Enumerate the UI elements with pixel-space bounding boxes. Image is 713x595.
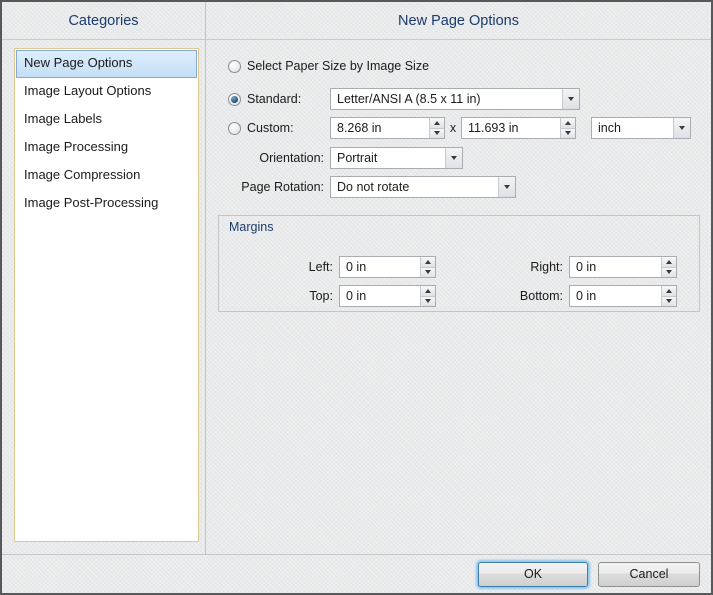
margins-group-title: Margins xyxy=(227,220,691,238)
triangle-up-icon xyxy=(565,121,571,125)
radio-standard[interactable] xyxy=(228,93,241,106)
margin-bottom-input[interactable]: 0 in xyxy=(569,285,677,307)
spin-up-button[interactable] xyxy=(561,118,575,129)
custom-height-value: 11.693 in xyxy=(462,118,560,138)
triangle-down-icon xyxy=(565,131,571,135)
radio-select-by-image-size[interactable] xyxy=(228,60,241,73)
radio-select-by-image-size-label[interactable]: Select Paper Size by Image Size xyxy=(247,59,429,73)
margins-row-1: Left: 0 in Right: 0 in xyxy=(227,256,691,278)
dialog-footer: OK Cancel xyxy=(2,554,711,593)
chevron-down-icon xyxy=(445,148,462,168)
custom-width-value: 8.268 in xyxy=(331,118,429,138)
triangle-up-icon xyxy=(425,289,431,293)
margin-left-input[interactable]: 0 in xyxy=(339,256,436,278)
spin-down-button[interactable] xyxy=(430,129,444,139)
spin-up-button[interactable] xyxy=(421,286,435,297)
custom-height-input[interactable]: 11.693 in xyxy=(461,117,576,139)
margin-top-label: Top: xyxy=(227,289,339,303)
margin-top-input[interactable]: 0 in xyxy=(339,285,436,307)
categories-header: Categories xyxy=(2,2,206,40)
page-rotation-row: Page Rotation: Do not rotate xyxy=(206,176,711,198)
sidebar-item-image-layout-options[interactable]: Image Layout Options xyxy=(16,78,197,106)
sidebar-item-new-page-options[interactable]: New Page Options xyxy=(16,50,197,78)
chevron-down-icon xyxy=(562,89,579,109)
margin-right-value: 0 in xyxy=(570,257,661,277)
spin-up-button[interactable] xyxy=(421,257,435,268)
spin-down-button[interactable] xyxy=(662,297,676,307)
spin-up-button[interactable] xyxy=(430,118,444,129)
radio-custom-label[interactable]: Custom: xyxy=(247,121,294,135)
options-panel: Select Paper Size by Image Size Standard… xyxy=(206,40,711,554)
triangle-down-icon xyxy=(666,270,672,274)
spin-down-button[interactable] xyxy=(421,268,435,278)
standard-paper-size-value: Letter/ANSI A (8.5 x 11 in) xyxy=(331,89,562,109)
margin-left-value: 0 in xyxy=(340,257,420,277)
sidebar-item-image-compression[interactable]: Image Compression xyxy=(16,162,197,190)
custom-size-row: Custom: 8.268 in x 11.693 in inch xyxy=(206,117,711,139)
triangle-down-icon xyxy=(666,299,672,303)
spin-down-button[interactable] xyxy=(421,297,435,307)
margins-group: Margins Left: 0 in Right: 0 in xyxy=(218,215,700,312)
sidebar-item-label: Image Labels xyxy=(24,111,102,126)
cancel-button[interactable]: Cancel xyxy=(598,562,700,587)
orientation-value: Portrait xyxy=(331,148,445,168)
radio-custom[interactable] xyxy=(228,122,241,135)
units-select[interactable]: inch xyxy=(591,117,691,139)
margin-bottom-value: 0 in xyxy=(570,286,661,306)
sidebar-item-image-labels[interactable]: Image Labels xyxy=(16,106,197,134)
margin-left-label: Left: xyxy=(227,260,339,274)
categories-list: New Page Options Image Layout Options Im… xyxy=(14,48,199,542)
sidebar-item-label: New Page Options xyxy=(24,55,132,70)
margins-row-2: Top: 0 in Bottom: 0 in xyxy=(227,285,691,307)
sidebar-item-label: Image Processing xyxy=(24,139,128,154)
dialog-title: New Page Options xyxy=(206,2,711,40)
triangle-up-icon xyxy=(434,121,440,125)
page-rotation-select[interactable]: Do not rotate xyxy=(330,176,516,198)
orientation-select[interactable]: Portrait xyxy=(330,147,463,169)
categories-panel: New Page Options Image Layout Options Im… xyxy=(2,40,206,554)
sidebar-item-label: Image Post-Processing xyxy=(24,195,158,210)
triangle-down-icon xyxy=(425,299,431,303)
triangle-up-icon xyxy=(666,260,672,264)
page-rotation-value: Do not rotate xyxy=(331,177,498,197)
sidebar-item-image-post-processing[interactable]: Image Post-Processing xyxy=(16,190,197,218)
dimension-separator: x xyxy=(445,121,461,135)
chevron-down-icon xyxy=(673,118,690,138)
triangle-up-icon xyxy=(425,260,431,264)
triangle-up-icon xyxy=(666,289,672,293)
units-value: inch xyxy=(592,118,673,138)
orientation-row: Orientation: Portrait xyxy=(206,147,711,169)
triangle-down-icon xyxy=(434,131,440,135)
spin-down-button[interactable] xyxy=(662,268,676,278)
custom-width-input[interactable]: 8.268 in xyxy=(330,117,445,139)
sidebar-item-label: Image Compression xyxy=(24,167,140,182)
spin-up-button[interactable] xyxy=(662,257,676,268)
margin-top-value: 0 in xyxy=(340,286,420,306)
sidebar-item-image-processing[interactable]: Image Processing xyxy=(16,134,197,162)
page-rotation-label: Page Rotation: xyxy=(241,180,324,194)
spin-down-button[interactable] xyxy=(561,129,575,139)
ok-button[interactable]: OK xyxy=(478,562,588,587)
select-by-image-size-row: Select Paper Size by Image Size xyxy=(206,58,711,74)
standard-size-row: Standard: Letter/ANSI A (8.5 x 11 in) xyxy=(206,88,711,110)
margin-right-label: Right: xyxy=(436,260,569,274)
new-page-options-dialog: Categories New Page Options New Page Opt… xyxy=(0,0,713,595)
orientation-label: Orientation: xyxy=(259,151,324,165)
margin-right-input[interactable]: 0 in xyxy=(569,256,677,278)
radio-standard-label[interactable]: Standard: xyxy=(247,92,301,106)
triangle-down-icon xyxy=(425,270,431,274)
chevron-down-icon xyxy=(498,177,515,197)
sidebar-item-label: Image Layout Options xyxy=(24,83,151,98)
margin-bottom-label: Bottom: xyxy=(436,289,569,303)
spin-up-button[interactable] xyxy=(662,286,676,297)
standard-paper-size-select[interactable]: Letter/ANSI A (8.5 x 11 in) xyxy=(330,88,580,110)
